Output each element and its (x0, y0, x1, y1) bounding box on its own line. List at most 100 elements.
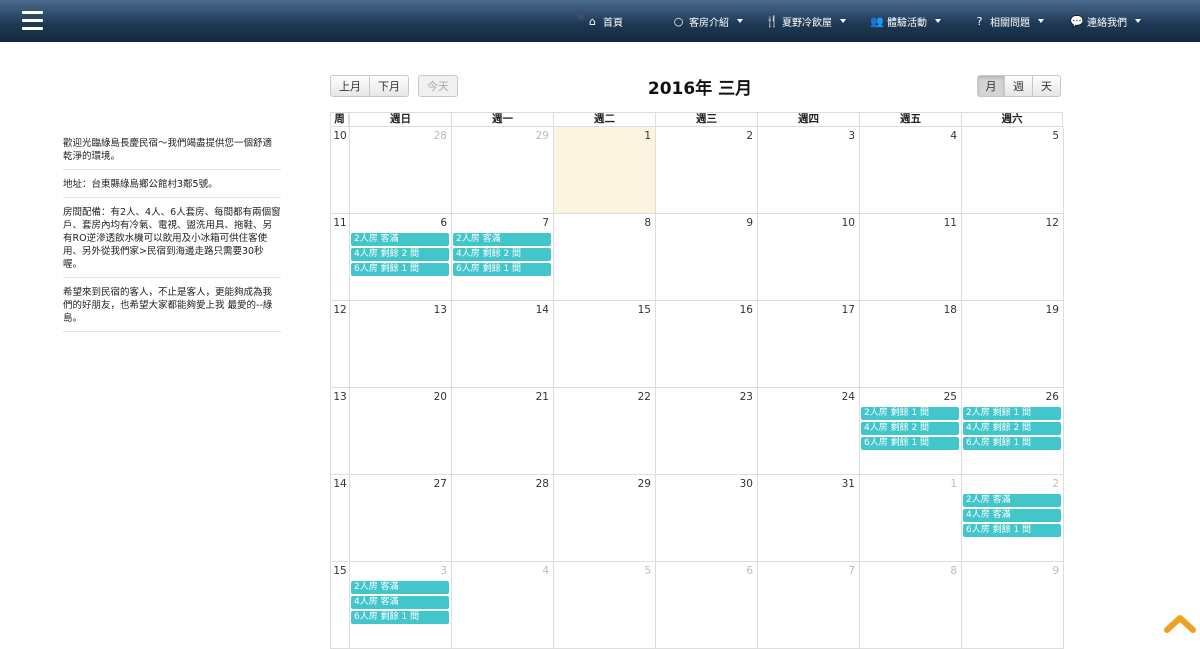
day-number: 1 (950, 478, 957, 490)
day-number: 7 (848, 565, 855, 577)
menu-icon[interactable] (22, 10, 43, 30)
day-cell[interactable]: 7 2人房 客滿 4人房 剩餘 2 間 6人房 剩餘 1 間 (451, 214, 553, 301)
week-number: 11 (330, 214, 349, 301)
day-cell[interactable]: 9 (961, 562, 1064, 649)
room-availability-event[interactable]: 4人房 剩餘 2 間 (963, 422, 1061, 435)
day-cell[interactable]: 3 2人房 客滿 4人房 客滿 6人房 剩餘 1 間 (349, 562, 451, 649)
day-cell[interactable]: 14 (451, 301, 553, 388)
room-availability-event[interactable]: 4人房 剩餘 2 間 (861, 422, 959, 435)
day-number: 11 (943, 217, 957, 229)
day-cell[interactable]: 8 (859, 562, 961, 649)
day-cell[interactable]: 26 2人房 剩餘 1 間 4人房 剩餘 2 間 6人房 剩餘 1 間 (961, 388, 1064, 475)
day-cell[interactable]: 23 (655, 388, 757, 475)
day-number: 31 (841, 478, 855, 490)
day-cell[interactable]: 11 (859, 214, 961, 301)
room-availability-event[interactable]: 4人房 剩餘 2 間 (453, 248, 551, 261)
room-availability-event[interactable]: 6人房 剩餘 1 間 (963, 437, 1061, 450)
nav-item-4[interactable]: ? 相關問題 (973, 0, 1044, 42)
day-cell[interactable]: 15 (553, 301, 655, 388)
room-availability-event[interactable]: 6人房 剩餘 1 間 (861, 437, 959, 450)
nav-item-1[interactable]: ○ 客房介紹 (672, 0, 743, 42)
room-availability-event[interactable]: 2人房 客滿 (453, 233, 551, 246)
day-number: 27 (433, 478, 447, 490)
room-availability-event[interactable]: 2人房 客滿 (351, 233, 449, 246)
room-availability-event[interactable]: 6人房 剩餘 1 間 (453, 263, 551, 276)
day-number: 3 (848, 130, 855, 142)
day-cell[interactable]: 13 (349, 301, 451, 388)
day-cell[interactable]: 4 (451, 562, 553, 649)
room-availability-event[interactable]: 6人房 剩餘 1 間 (963, 524, 1061, 537)
day-cell[interactable]: 19 (961, 301, 1064, 388)
room-availability-event[interactable]: 2人房 客滿 (963, 494, 1061, 507)
day-cell[interactable]: 30 (655, 475, 757, 562)
day-cell[interactable]: 1 (553, 127, 655, 214)
day-cell[interactable]: 6 2人房 客滿 4人房 剩餘 2 間 6人房 剩餘 1 間 (349, 214, 451, 301)
day-cell[interactable]: 28 (349, 127, 451, 214)
day-cell[interactable]: 2 (655, 127, 757, 214)
back-to-top-icon[interactable] (1163, 612, 1197, 634)
next-month-button[interactable]: 下月 (369, 75, 409, 97)
day-cell[interactable]: 16 (655, 301, 757, 388)
room-availability-event[interactable]: 6人房 剩餘 1 間 (351, 611, 449, 624)
day-number: 28 (535, 478, 549, 490)
nav-item-label: 夏野冷飲屋 (782, 17, 832, 29)
day-number: 2 (1052, 478, 1059, 490)
nav-item-5[interactable]: 💬 連絡我們 (1070, 0, 1141, 42)
day-cell[interactable]: 21 (451, 388, 553, 475)
nav-item-3[interactable]: 👥 體驗活動 (870, 0, 941, 42)
day-cell[interactable]: 2 2人房 客滿 4人房 客滿 6人房 剩餘 1 間 (961, 475, 1064, 562)
day-cell[interactable]: 8 (553, 214, 655, 301)
welcome-text: 歡迎光臨綠島長慶民宿～我們竭盡提供您一個舒適乾淨的環境。 (63, 134, 281, 170)
day-cell[interactable]: 22 (553, 388, 655, 475)
month-view-button[interactable]: 月 (977, 75, 1005, 97)
week-number: 14 (330, 475, 349, 562)
nav-item-2[interactable]: 🍴 夏野冷飲屋 (765, 0, 846, 42)
day-cell[interactable]: 17 (757, 301, 859, 388)
day-number: 6 (746, 565, 753, 577)
week-view-button[interactable]: 週 (1004, 75, 1033, 97)
day-cell[interactable]: 7 (757, 562, 859, 649)
room-availability-event[interactable]: 4人房 客滿 (963, 509, 1061, 522)
day-number: 3 (440, 565, 447, 577)
day-cell[interactable]: 31 (757, 475, 859, 562)
day-number: 25 (943, 391, 957, 403)
day-number: 8 (644, 217, 651, 229)
prev-month-button[interactable]: 上月 (330, 75, 370, 97)
today-button[interactable]: 今天 (418, 75, 458, 97)
day-number: 17 (841, 304, 855, 316)
day-cell[interactable]: 29 (553, 475, 655, 562)
room-availability-event[interactable]: 2人房 剩餘 1 間 (861, 407, 959, 420)
day-cell[interactable]: 9 (655, 214, 757, 301)
weekday-header: 週六 (961, 112, 1063, 127)
nav-item-label: 相關問題 (990, 17, 1030, 29)
nav-item-0[interactable]: ⌂ 首頁 (586, 0, 623, 42)
day-cell[interactable]: 1 (859, 475, 961, 562)
day-number: 12 (1045, 217, 1059, 229)
day-cell[interactable]: 20 (349, 388, 451, 475)
day-cell[interactable]: 4 (859, 127, 961, 214)
sidebar-info: 歡迎光臨綠島長慶民宿～我們竭盡提供您一個舒適乾淨的環境。 地址：台東縣綠島鄉公館… (63, 134, 281, 337)
nav-item-label: 體驗活動 (887, 17, 927, 29)
day-cell[interactable]: 28 (451, 475, 553, 562)
room-facilities-text: 房間配備：有2人、4人、6人套房、每間都有兩個窗戶、套房內均有冷氣、電視、盥洗用… (63, 203, 281, 278)
room-availability-event[interactable]: 4人房 客滿 (351, 596, 449, 609)
room-availability-event[interactable]: 2人房 客滿 (351, 581, 449, 594)
day-cell[interactable]: 3 (757, 127, 859, 214)
room-availability-event[interactable]: 2人房 剩餘 1 間 (963, 407, 1061, 420)
room-availability-event[interactable]: 4人房 剩餘 2 間 (351, 248, 449, 261)
day-cell[interactable]: 27 (349, 475, 451, 562)
day-cell[interactable]: 12 (961, 214, 1064, 301)
day-number: 24 (841, 391, 855, 403)
day-cell[interactable]: 5 (961, 127, 1064, 214)
day-cell[interactable]: 5 (553, 562, 655, 649)
day-cell[interactable]: 18 (859, 301, 961, 388)
day-cell[interactable]: 29 (451, 127, 553, 214)
day-cell[interactable]: 10 (757, 214, 859, 301)
day-view-button[interactable]: 天 (1032, 75, 1061, 97)
day-cell[interactable]: 24 (757, 388, 859, 475)
day-cell[interactable]: 6 (655, 562, 757, 649)
day-cell[interactable]: 25 2人房 剩餘 1 間 4人房 剩餘 2 間 6人房 剩餘 1 間 (859, 388, 961, 475)
day-number: 6 (440, 217, 447, 229)
calendar-title: 2016年 三月 (647, 79, 753, 99)
room-availability-event[interactable]: 6人房 剩餘 1 間 (351, 263, 449, 276)
